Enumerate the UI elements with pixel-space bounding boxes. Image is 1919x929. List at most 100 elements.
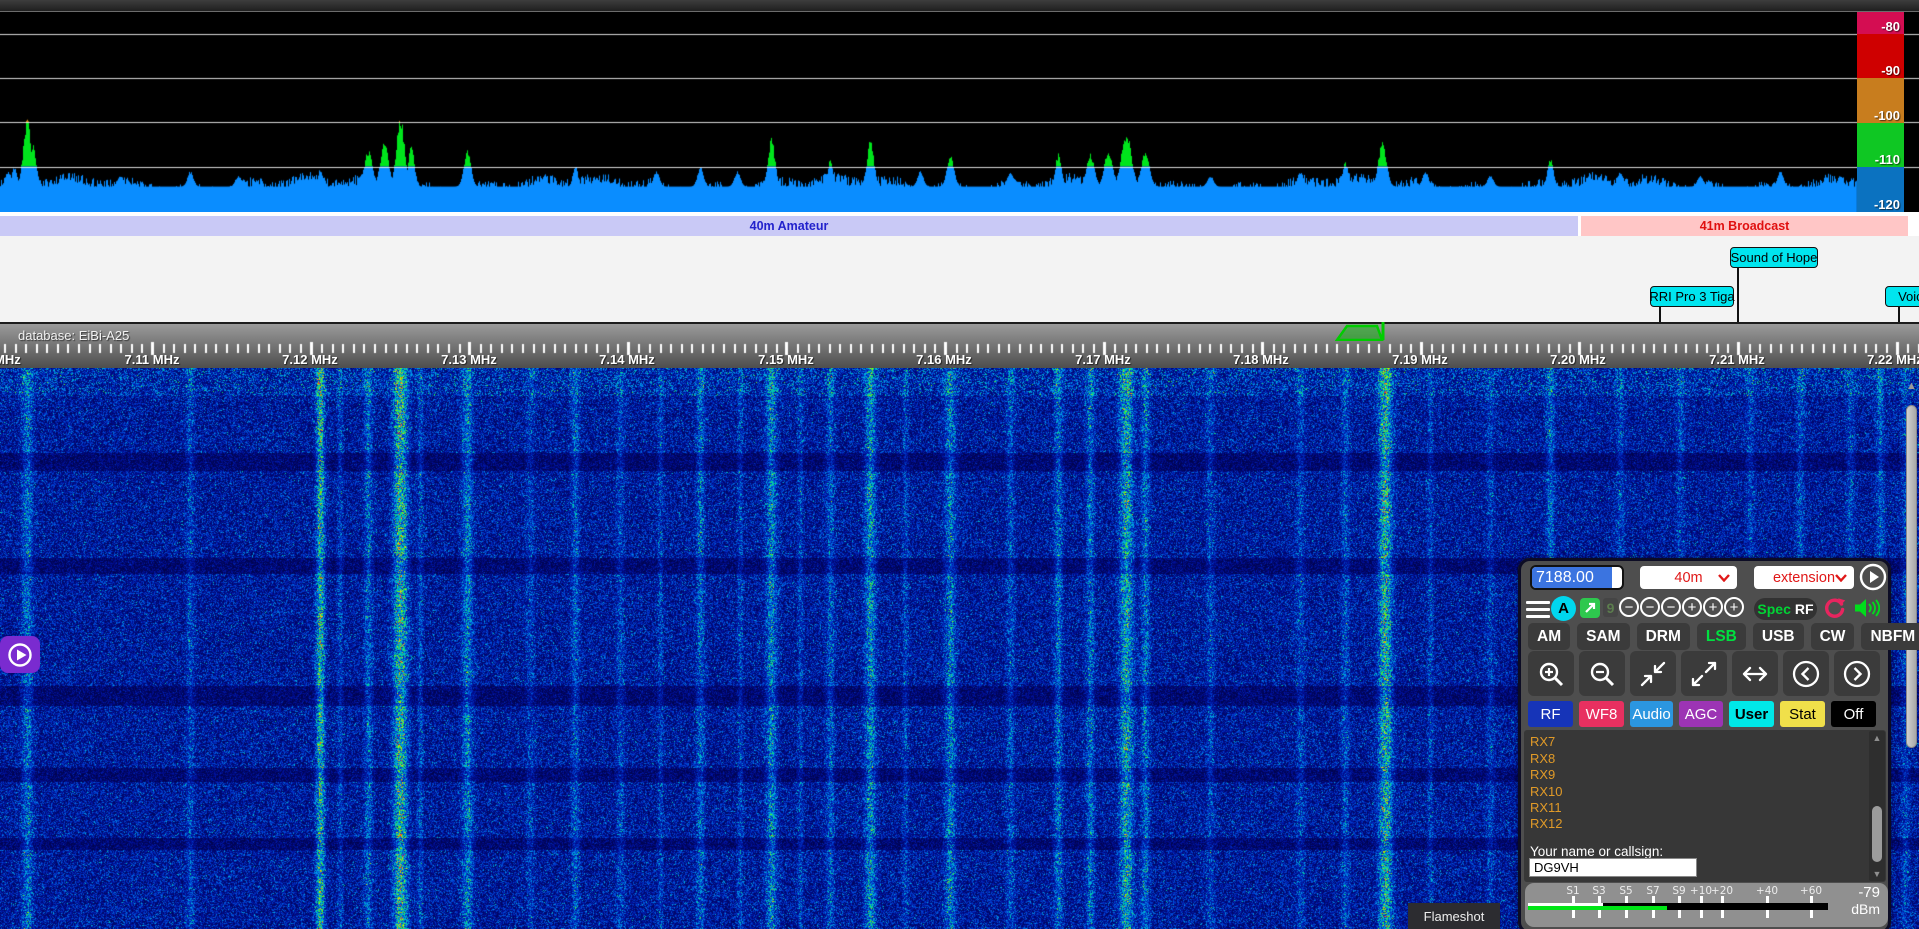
panel-tab-wf8[interactable]: WF8 xyxy=(1579,701,1624,727)
station-marker-line xyxy=(1737,268,1739,322)
station-marker-line xyxy=(1898,307,1900,322)
rx-list-item[interactable]: RX12 xyxy=(1530,816,1563,832)
frequency-tick-label: 7.15 MHz xyxy=(758,352,814,367)
s-meter-tick xyxy=(1810,910,1813,918)
magnifier-minus-icon xyxy=(1588,660,1616,688)
panel-tab-stat[interactable]: Stat xyxy=(1780,701,1825,727)
audio-start-button[interactable] xyxy=(0,636,40,673)
rx-list-scrollbar[interactable]: ▲ ▼ xyxy=(1869,731,1885,881)
frequency-tick-label: 7.16 MHz xyxy=(916,352,972,367)
mode-button-usb[interactable]: USB xyxy=(1753,623,1804,650)
rx-list-item[interactable]: RX9 xyxy=(1530,767,1563,783)
band-label-bar: 40m Amateur xyxy=(0,216,1578,236)
rx-list-item[interactable]: RX11 xyxy=(1530,800,1563,816)
wf-minus-button[interactable]: − xyxy=(1619,597,1639,617)
speaker-icon[interactable] xyxy=(1854,597,1880,619)
db-scale-block: -80 xyxy=(1857,12,1904,34)
wf-plus-button[interactable]: + xyxy=(1682,597,1702,617)
s-meter-tick xyxy=(1598,910,1601,918)
frequency-scale[interactable]: database: EiBi-A25 7.10 MHz7.11 MHz7.12 … xyxy=(0,322,1919,368)
extension-select-value: extension xyxy=(1773,570,1835,586)
extension-play-button[interactable] xyxy=(1859,563,1887,591)
mode-button-nbfm[interactable]: NBFM xyxy=(1861,623,1919,650)
shift-left-button[interactable] xyxy=(1783,651,1829,696)
band-select-value: 40m xyxy=(1674,570,1702,586)
db-scale-block: -110 xyxy=(1857,123,1904,167)
panel-tab-agc[interactable]: AGC xyxy=(1679,701,1723,727)
zoom-to-band-button[interactable] xyxy=(1630,651,1676,696)
chevron-left-circle-icon xyxy=(1791,659,1821,689)
db-scale-label: -110 xyxy=(1875,152,1900,167)
frequency-input[interactable]: 7188.00 xyxy=(1530,565,1624,590)
flameshot-tooltip: Flameshot xyxy=(1408,903,1500,929)
window-top-bar xyxy=(0,0,1919,12)
chevron-right-circle-icon xyxy=(1842,659,1872,689)
callsign-input[interactable] xyxy=(1529,858,1697,877)
band-select[interactable]: 40m xyxy=(1640,566,1737,589)
mode-button-am[interactable]: AM xyxy=(1528,623,1570,650)
panel-tab-off[interactable]: Off xyxy=(1831,701,1876,727)
panel-tab-rf[interactable]: RF xyxy=(1528,701,1573,727)
passband-width-button[interactable] xyxy=(1732,651,1778,696)
frequency-value: 7188.00 xyxy=(1532,567,1612,589)
magnifier-plus-icon xyxy=(1537,660,1565,688)
users-count-badge: 9 xyxy=(1603,598,1618,617)
expand-arrows-icon xyxy=(1690,660,1718,688)
wf-minus-button[interactable]: − xyxy=(1640,597,1660,617)
db-scale-label: -120 xyxy=(1874,197,1900,212)
mode-button-drm[interactable]: DRM xyxy=(1637,623,1690,650)
rx-list-item[interactable]: RX7 xyxy=(1530,734,1563,750)
kiwisdr-page: { "top_panel": { "frequency_value": "718… xyxy=(0,0,1919,929)
wf-plus-button[interactable]: + xyxy=(1724,597,1744,617)
panel-tab-row: RFWF8AudioAGCUserStatOff xyxy=(1528,701,1876,727)
spectrum-display[interactable] xyxy=(0,12,1919,212)
extension-select[interactable]: extension xyxy=(1754,566,1854,589)
spec-label: Spec xyxy=(1757,601,1790,617)
frequency-tick-label: 7.13 MHz xyxy=(441,352,497,367)
station-marker-line xyxy=(1659,307,1661,322)
panel-tab-audio[interactable]: Audio xyxy=(1630,701,1673,727)
spec-rf-toggle[interactable]: Spec RF xyxy=(1754,598,1817,620)
external-link-icon[interactable] xyxy=(1580,598,1600,618)
mode-button-cw[interactable]: CW xyxy=(1811,623,1855,650)
zoom-max-out-button[interactable] xyxy=(1681,651,1727,696)
rx-list-item[interactable]: RX10 xyxy=(1530,784,1563,800)
autoscale-button[interactable]: A xyxy=(1551,596,1576,621)
scrollbar-up-icon[interactable]: ▲ xyxy=(1906,380,1917,392)
db-scale-block: -120 xyxy=(1857,167,1904,212)
page-scrollbar[interactable]: ▲ xyxy=(1905,372,1919,929)
s-meter-tick xyxy=(1678,896,1681,903)
shift-right-button[interactable] xyxy=(1834,651,1880,696)
s-meter-tick xyxy=(1678,910,1681,918)
rx-scroll-down-icon[interactable]: ▼ xyxy=(1869,869,1885,879)
s-meter-tick xyxy=(1572,910,1575,918)
chevron-down-icon xyxy=(1835,574,1847,582)
callsign-label: Your name or callsign: xyxy=(1530,844,1663,859)
mode-button-sam[interactable]: SAM xyxy=(1577,623,1629,650)
zoom-out-button[interactable] xyxy=(1579,651,1625,696)
dbm-color-scale: -80-90-100-110-120 xyxy=(1857,12,1904,212)
mode-button-lsb[interactable]: LSB xyxy=(1697,623,1746,650)
s-meter-tick xyxy=(1625,896,1628,903)
station-label[interactable]: Voice xyxy=(1885,286,1919,307)
scrollbar-thumb[interactable] xyxy=(1906,405,1917,748)
station-label[interactable]: RRI Pro 3 Tiga xyxy=(1650,286,1734,307)
passband-indicator[interactable] xyxy=(1335,322,1395,341)
s-meter-tick xyxy=(1766,896,1769,903)
rx-scroll-up-icon[interactable]: ▲ xyxy=(1869,733,1885,743)
panel-tab-user[interactable]: User xyxy=(1729,701,1774,727)
station-label[interactable]: Sound of Hope xyxy=(1730,247,1818,268)
refresh-icon[interactable] xyxy=(1824,597,1846,619)
db-scale-label: -90 xyxy=(1881,63,1900,78)
play-icon xyxy=(7,642,33,668)
band-bar-row: 40m Amateur41m Broadcast xyxy=(0,212,1919,236)
horizontal-arrows-icon xyxy=(1740,660,1770,688)
wf-minus-button[interactable]: − xyxy=(1661,597,1681,617)
wf-plus-button[interactable]: + xyxy=(1703,597,1723,617)
rx-list-item[interactable]: RX8 xyxy=(1530,751,1563,767)
menu-icon[interactable] xyxy=(1526,601,1550,619)
s-meter-tick xyxy=(1766,910,1769,918)
rx-scrollbar-thumb[interactable] xyxy=(1872,806,1882,862)
zoom-in-button[interactable] xyxy=(1528,651,1574,696)
s-meter-tick xyxy=(1810,896,1813,903)
